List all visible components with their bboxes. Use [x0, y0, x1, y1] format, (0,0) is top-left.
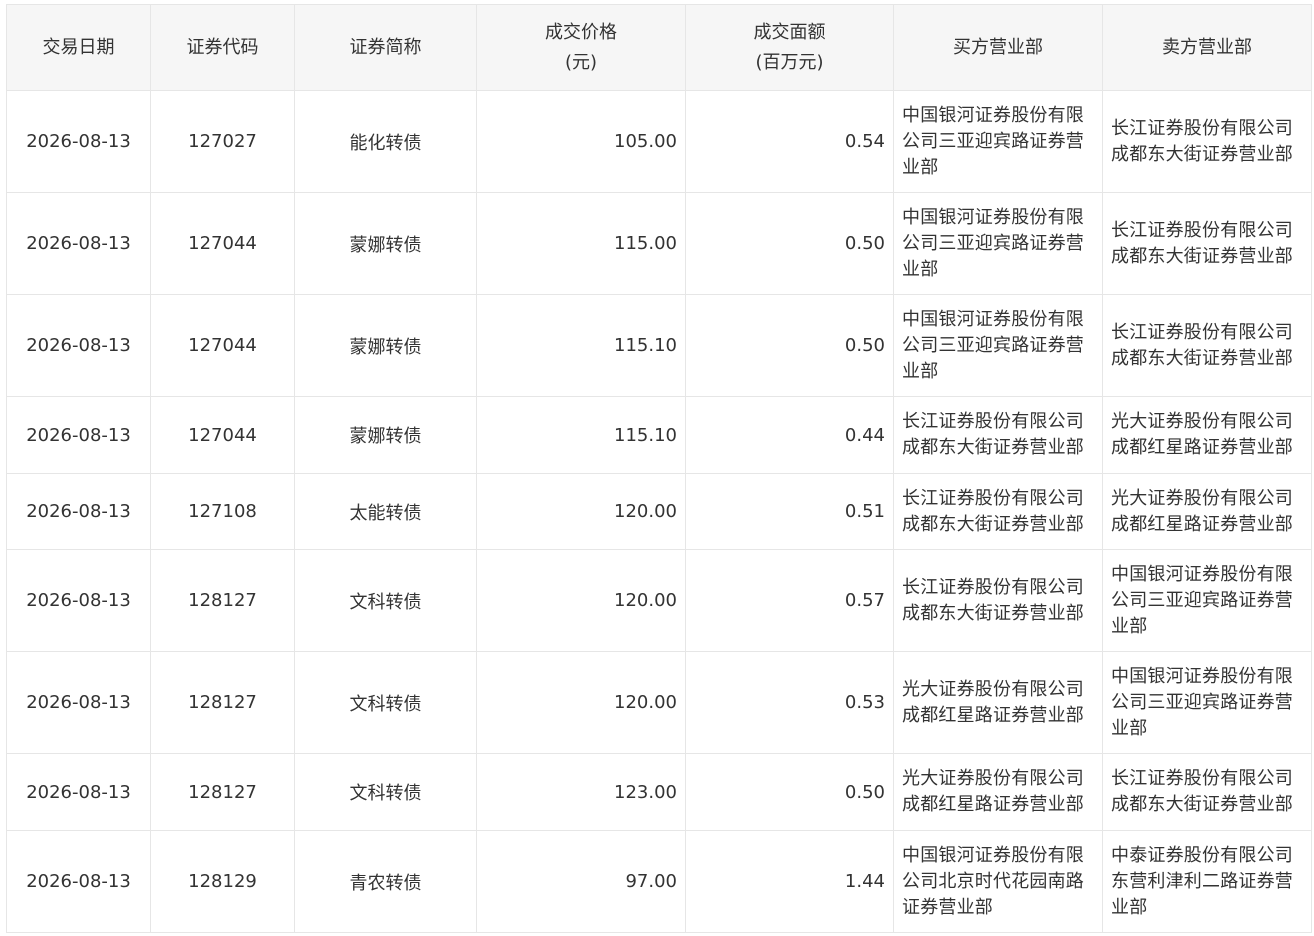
cell-security-name: 青农转债: [294, 830, 477, 933]
header-price-unit: (元): [564, 51, 598, 73]
cell-security-code: 127044: [150, 192, 295, 295]
cell-price: 115.00: [476, 192, 686, 295]
cell-seller-branch: 长江证券股份有限公司成都东大街证券营业部: [1102, 192, 1312, 295]
cell-security-name: 太能转债: [294, 473, 477, 550]
cell-security-code: 128127: [150, 549, 295, 652]
cell-security-name: 蒙娜转债: [294, 396, 477, 474]
cell-amount: 0.50: [685, 192, 894, 295]
table-row: 2026-08-13 127044 蒙娜转债 115.00 0.50 中国银河证…: [6, 192, 1312, 295]
cell-trade-date: 2026-08-13: [6, 753, 151, 831]
cell-security-name: 蒙娜转债: [294, 294, 477, 397]
cell-price: 115.10: [476, 396, 686, 474]
cell-buyer-branch: 中国银河证券股份有限公司三亚迎宾路证券营业部: [893, 294, 1103, 397]
cell-buyer-branch: 长江证券股份有限公司成都东大街证券营业部: [893, 473, 1103, 550]
cell-security-code: 128127: [150, 651, 295, 754]
cell-trade-date: 2026-08-13: [6, 549, 151, 652]
cell-buyer-branch: 长江证券股份有限公司成都东大街证券营业部: [893, 549, 1103, 652]
cell-seller-branch: 长江证券股份有限公司成都东大街证券营业部: [1102, 753, 1312, 831]
cell-amount: 0.54: [685, 90, 894, 193]
header-security-code[interactable]: 证券代码: [150, 4, 295, 91]
cell-security-code: 127108: [150, 473, 295, 550]
cell-seller-branch: 中国银河证券股份有限公司三亚迎宾路证券营业部: [1102, 651, 1312, 754]
cell-trade-date: 2026-08-13: [6, 192, 151, 295]
cell-buyer-branch: 中国银河证券股份有限公司三亚迎宾路证券营业部: [893, 90, 1103, 193]
cell-buyer-branch: 光大证券股份有限公司成都红星路证券营业部: [893, 651, 1103, 754]
cell-price: 123.00: [476, 753, 686, 831]
cell-trade-date: 2026-08-13: [6, 90, 151, 193]
cell-price: 97.00: [476, 830, 686, 933]
header-trade-date[interactable]: 交易日期: [6, 4, 151, 91]
cell-price: 115.10: [476, 294, 686, 397]
cell-trade-date: 2026-08-13: [6, 651, 151, 754]
cell-buyer-branch: 中国银河证券股份有限公司三亚迎宾路证券营业部: [893, 192, 1103, 295]
cell-trade-date: 2026-08-13: [6, 473, 151, 550]
cell-trade-date: 2026-08-13: [6, 396, 151, 474]
header-buyer-branch[interactable]: 买方营业部: [893, 4, 1103, 91]
cell-trade-date: 2026-08-13: [6, 830, 151, 933]
header-seller-branch[interactable]: 卖方营业部: [1102, 4, 1312, 91]
header-price[interactable]: 成交价格 (元): [476, 4, 686, 91]
header-security-name[interactable]: 证券简称: [294, 4, 477, 91]
table-body: 2026-08-13 127027 能化转债 105.00 0.54 中国银河证…: [6, 90, 1312, 933]
header-price-label: 成交价格: [545, 21, 617, 43]
cell-price: 120.00: [476, 651, 686, 754]
cell-security-name: 文科转债: [294, 753, 477, 831]
cell-security-code: 127044: [150, 294, 295, 397]
block-trade-table: 交易日期 证券代码 证券简称 成交价格 (元) 成交面额 (百万元) 买方营业部…: [6, 4, 1312, 933]
cell-buyer-branch: 中国银河证券股份有限公司北京时代花园南路证券营业部: [893, 830, 1103, 933]
table-row: 2026-08-13 128127 文科转债 120.00 0.53 光大证券股…: [6, 651, 1312, 754]
cell-amount: 0.57: [685, 549, 894, 652]
cell-seller-branch: 光大证券股份有限公司成都红星路证券营业部: [1102, 396, 1312, 474]
cell-price: 105.00: [476, 90, 686, 193]
cell-security-code: 128129: [150, 830, 295, 933]
cell-price: 120.00: [476, 473, 686, 550]
cell-security-code: 127044: [150, 396, 295, 474]
cell-security-name: 文科转债: [294, 549, 477, 652]
table-row: 2026-08-13 127027 能化转债 105.00 0.54 中国银河证…: [6, 90, 1312, 193]
cell-buyer-branch: 光大证券股份有限公司成都红星路证券营业部: [893, 753, 1103, 831]
header-amount-label: 成交面额: [753, 21, 826, 43]
table-row: 2026-08-13 127108 太能转债 120.00 0.51 长江证券股…: [6, 473, 1312, 550]
cell-amount: 0.53: [685, 651, 894, 754]
cell-seller-branch: 长江证券股份有限公司成都东大街证券营业部: [1102, 294, 1312, 397]
cell-trade-date: 2026-08-13: [6, 294, 151, 397]
header-amount[interactable]: 成交面额 (百万元): [685, 4, 894, 91]
cell-security-code: 128127: [150, 753, 295, 831]
cell-seller-branch: 光大证券股份有限公司成都红星路证券营业部: [1102, 473, 1312, 550]
table-row: 2026-08-13 128129 青农转债 97.00 1.44 中国银河证券…: [6, 830, 1312, 933]
table-row: 2026-08-13 127044 蒙娜转债 115.10 0.50 中国银河证…: [6, 294, 1312, 397]
cell-seller-branch: 中泰证券股份有限公司东营利津利二路证券营业部: [1102, 830, 1312, 933]
header-amount-unit: (百万元): [755, 51, 824, 73]
cell-amount: 0.51: [685, 473, 894, 550]
cell-security-name: 蒙娜转债: [294, 192, 477, 295]
cell-price: 120.00: [476, 549, 686, 652]
cell-security-name: 文科转债: [294, 651, 477, 754]
header-row: 交易日期 证券代码 证券简称 成交价格 (元) 成交面额 (百万元) 买方营业部…: [6, 4, 1312, 91]
cell-amount: 1.44: [685, 830, 894, 933]
cell-amount: 0.50: [685, 294, 894, 397]
cell-amount: 0.44: [685, 396, 894, 474]
table-row: 2026-08-13 128127 文科转债 123.00 0.50 光大证券股…: [6, 753, 1312, 831]
table-row: 2026-08-13 128127 文科转债 120.00 0.57 长江证券股…: [6, 549, 1312, 652]
table-header: 交易日期 证券代码 证券简称 成交价格 (元) 成交面额 (百万元) 买方营业部…: [6, 4, 1312, 91]
cell-security-name: 能化转债: [294, 90, 477, 193]
cell-security-code: 127027: [150, 90, 295, 193]
cell-buyer-branch: 长江证券股份有限公司成都东大街证券营业部: [893, 396, 1103, 474]
table-row: 2026-08-13 127044 蒙娜转债 115.10 0.44 长江证券股…: [6, 396, 1312, 474]
cell-seller-branch: 中国银河证券股份有限公司三亚迎宾路证券营业部: [1102, 549, 1312, 652]
cell-seller-branch: 长江证券股份有限公司成都东大街证券营业部: [1102, 90, 1312, 193]
cell-amount: 0.50: [685, 753, 894, 831]
